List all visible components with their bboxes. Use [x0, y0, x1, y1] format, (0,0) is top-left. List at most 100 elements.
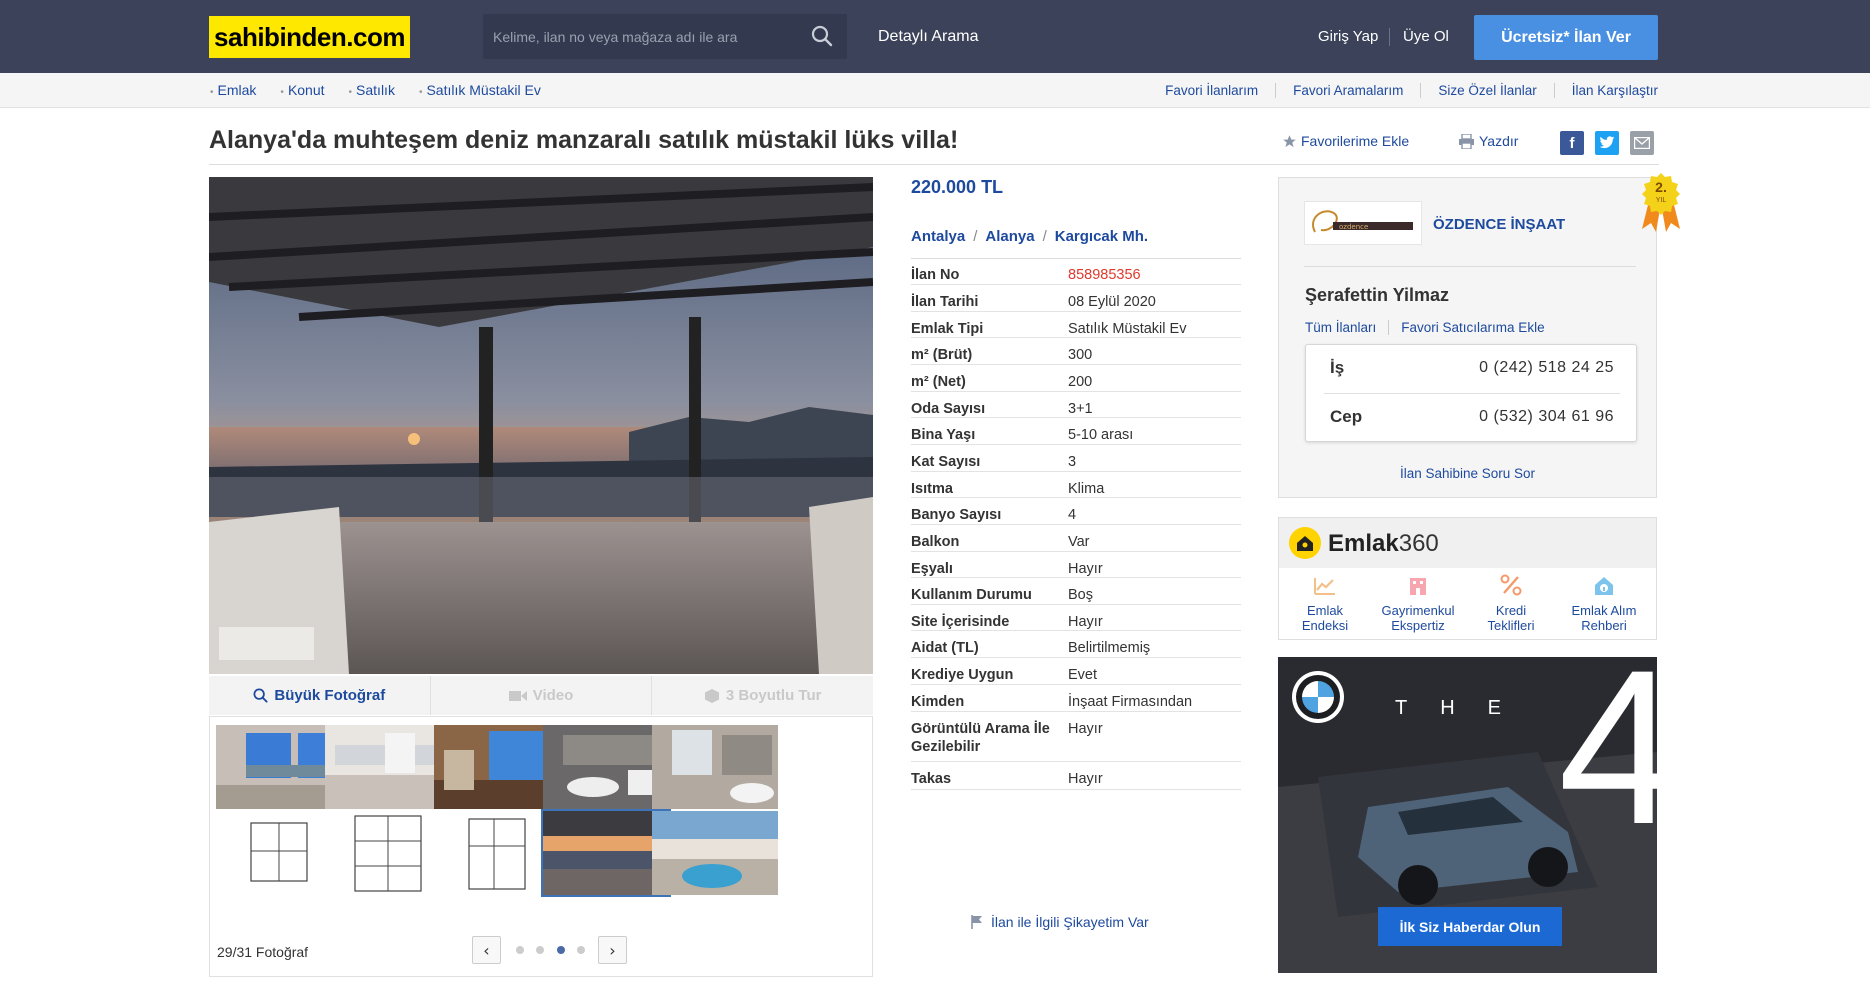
- video-tab: Video: [429, 676, 652, 715]
- complaint-link[interactable]: İlan ile İlgili Şikayetim Var: [971, 914, 1149, 930]
- detail-value: İnşaat Firmasından: [1068, 694, 1193, 710]
- thumbnail-grid: [209, 716, 873, 977]
- add-favorite-button[interactable]: Favorilerime Ekle: [1282, 133, 1409, 149]
- emlak360-header[interactable]: Emlak360: [1279, 518, 1656, 568]
- star-icon: [1283, 134, 1296, 147]
- emlak-index-link[interactable]: Emlak Endeksi: [1279, 574, 1371, 633]
- post-ad-button[interactable]: Ücretsiz* İlan Ver: [1474, 15, 1658, 60]
- favorite-searches-link[interactable]: Favori Aramalarım: [1275, 83, 1403, 98]
- appraisal-line2: Ekspertiz: [1391, 618, 1445, 633]
- location-neighborhood[interactable]: Kargıcak Mh.: [1055, 228, 1148, 245]
- buying-guide-link[interactable]: Emlak Alım Rehberi: [1558, 574, 1650, 633]
- company-name[interactable]: ÖZDENCE İNŞAAT: [1433, 216, 1565, 233]
- breadcrumb-item[interactable]: Satılık Müstakil Ev: [419, 82, 540, 98]
- twitter-share-icon[interactable]: [1595, 131, 1619, 155]
- company-logo[interactable]: ozdence: [1304, 201, 1422, 245]
- credit-offers-line2: Teklifleri: [1487, 618, 1535, 633]
- thumbnail[interactable]: [216, 811, 342, 895]
- phone-number[interactable]: 0 (242) 518 24 25: [1479, 359, 1614, 377]
- membership-year-badge: 2. YIL: [1638, 171, 1684, 233]
- detail-key: Balkon: [911, 534, 960, 550]
- 3d-tour-label: 3 Boyutlu Tur: [725, 687, 822, 704]
- thumbnail[interactable]: [216, 725, 342, 809]
- detail-value: Hayır: [1068, 561, 1103, 577]
- detail-row: Kullanım Durumu Boş: [911, 578, 1241, 605]
- print-button[interactable]: Yazdır: [1458, 133, 1518, 149]
- breadcrumb-item[interactable]: Konut: [280, 82, 325, 98]
- location-breadcrumb: Antalya / Alanya / Kargıcak Mh.: [911, 228, 1149, 245]
- badge-label: YIL: [1656, 197, 1667, 204]
- thumbnail[interactable]: [652, 811, 778, 895]
- detail-key: Site İçerisinde: [911, 614, 1010, 630]
- complaint-label: İlan ile İlgili Şikayetim Var: [991, 914, 1149, 930]
- search-input[interactable]: [483, 14, 803, 59]
- location-city[interactable]: Antalya: [911, 228, 965, 245]
- detail-row: İlan Tarihi 08 Eylül 2020: [911, 285, 1241, 312]
- email-share-icon[interactable]: [1630, 131, 1654, 155]
- compare-listings-link[interactable]: İlan Karşılaştır: [1553, 83, 1658, 98]
- login-link[interactable]: Giriş Yap: [1318, 28, 1378, 45]
- detail-value: Klima: [1068, 481, 1105, 497]
- large-photo-tab[interactable]: Büyük Fotoğraf: [209, 676, 430, 715]
- cube-icon: [704, 688, 719, 703]
- search-icon[interactable]: [811, 25, 833, 47]
- detail-value: 5-10 arası: [1068, 427, 1134, 443]
- page-dot[interactable]: [516, 946, 524, 954]
- detail-key: m² (Net): [911, 374, 966, 390]
- next-page-button[interactable]: ›: [598, 936, 627, 964]
- bmw-advertisement[interactable]: THE 4 İlk Siz Haberdar Olun: [1278, 657, 1657, 973]
- thumbnail[interactable]: [434, 725, 560, 809]
- listing-price: 220.000 TL: [911, 177, 1004, 197]
- breadcrumb-item[interactable]: Satılık: [349, 82, 395, 98]
- logo-text: sahibinden.com: [214, 21, 405, 52]
- buying-guide-line1: Emlak Alım: [1571, 603, 1637, 618]
- photo-counter: 29/31 Fotoğraf: [217, 944, 309, 960]
- breadcrumb-item[interactable]: Emlak: [210, 82, 257, 98]
- ask-seller-link[interactable]: İlan Sahibine Soru Sor: [1285, 466, 1650, 481]
- thumbnail[interactable]: [652, 725, 778, 809]
- appraisal-link[interactable]: Gayrimenkul Ekspertiz: [1372, 574, 1464, 633]
- detail-key: Isıtma: [911, 481, 953, 497]
- thumbnail[interactable]: [434, 811, 560, 895]
- thumbnail[interactable]: [325, 811, 451, 895]
- main-photo[interactable]: [209, 177, 873, 674]
- top-header: sahibinden.com Detaylı Arama Giriş Yap Ü…: [0, 0, 1870, 73]
- register-link[interactable]: Üye Ol: [1403, 28, 1449, 45]
- detail-row: Oda Sayısı 3+1: [911, 392, 1241, 418]
- add-favorite-seller-link[interactable]: Favori Satıcılarıma Ekle: [1401, 320, 1544, 335]
- credit-offers-link[interactable]: Kredi Teklifleri: [1465, 574, 1557, 633]
- detail-value: 08 Eylül 2020: [1068, 294, 1156, 310]
- chart-line-icon: [1314, 578, 1335, 595]
- emlak360-brand-bold: Emlak: [1328, 530, 1399, 557]
- detail-value: 300: [1068, 347, 1093, 363]
- thumbnail-active[interactable]: [541, 809, 671, 897]
- detail-row: İlan No 858985356: [911, 258, 1241, 285]
- badge-number: 2.: [1655, 179, 1667, 195]
- detail-row: Emlak Tipi Satılık Müstakil Ev: [911, 312, 1241, 338]
- detail-key: Banyo Sayısı: [911, 507, 1002, 523]
- favorite-listings-link[interactable]: Favori İlanlarım: [1165, 83, 1258, 98]
- ad-headline: THE: [1395, 697, 1534, 719]
- buying-guide-line2: Rehberi: [1581, 618, 1627, 633]
- ad-cta-button[interactable]: İlk Siz Haberdar Olun: [1378, 907, 1562, 946]
- appraisal-line1: Gayrimenkul: [1381, 603, 1455, 618]
- page-dot[interactable]: [577, 946, 585, 954]
- location-district[interactable]: Alanya: [985, 228, 1034, 245]
- seller-person-name: Şerafettin Yilmaz: [1305, 285, 1450, 305]
- page-dot[interactable]: [536, 946, 544, 954]
- personal-listings-link[interactable]: Size Özel İlanlar: [1420, 83, 1537, 98]
- detail-key: Görüntülü Arama İle Gezilebilir: [911, 721, 1050, 755]
- thumbnail[interactable]: [325, 725, 451, 809]
- all-ads-link[interactable]: Tüm İlanları: [1305, 320, 1390, 335]
- phone-number[interactable]: 0 (532) 304 61 96: [1479, 408, 1614, 426]
- facebook-share-icon[interactable]: f: [1560, 131, 1584, 155]
- thumbnail[interactable]: [543, 725, 669, 809]
- prev-page-button[interactable]: ‹: [472, 936, 501, 964]
- detailed-search-link[interactable]: Detaylı Arama: [878, 28, 978, 46]
- emlak360-box: Emlak360 Emlak Endeksi Gayrimenkul Ekspe…: [1278, 517, 1657, 640]
- sub-navigation: Emlak Konut Satılık Satılık Müstakil Ev …: [0, 73, 1870, 108]
- page-dot-active[interactable]: [557, 946, 565, 954]
- detail-value: 4: [1068, 507, 1077, 523]
- detail-key: Eşyalı: [911, 561, 953, 577]
- site-logo[interactable]: sahibinden.com: [209, 16, 410, 58]
